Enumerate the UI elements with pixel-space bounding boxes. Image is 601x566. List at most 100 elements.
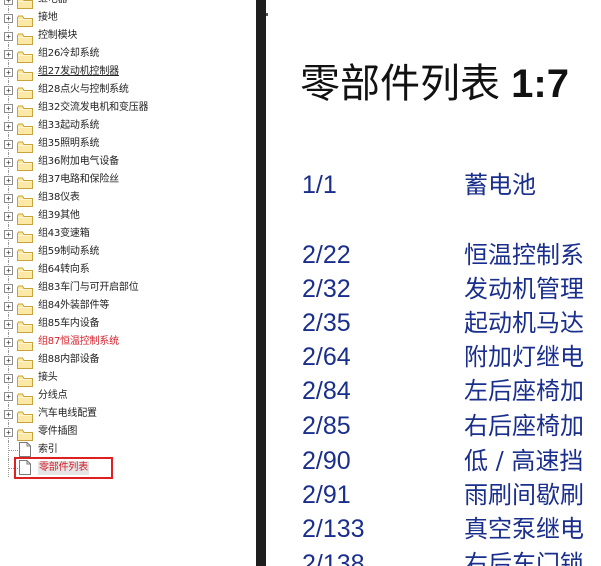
tree-item-label: 组35照明系统 — [38, 138, 100, 149]
expand-toggle-icon[interactable]: + — [4, 302, 13, 311]
document-view[interactable]: 零部件列表 1:7 1/1 蓄电池 2/22 恒温控制系 2/32 发动机管理 2/35 起动… — [266, 0, 601, 566]
expand-toggle-icon[interactable]: + — [4, 32, 13, 41]
folder-icon — [17, 30, 33, 45]
tree-folder-item[interactable]: + 控制模块 — [0, 27, 256, 45]
expand-toggle-icon[interactable]: + — [4, 122, 13, 131]
expand-toggle-icon[interactable]: + — [4, 392, 13, 401]
folder-icon — [17, 84, 33, 99]
tree-folder-item[interactable]: + 继电器 — [0, 0, 256, 9]
expand-toggle-icon[interactable]: + — [4, 320, 13, 329]
tree-folder-item[interactable]: + 组84外装部件等 — [0, 297, 256, 315]
part-code: 2/138 — [302, 550, 365, 566]
tree-item-label: 接地 — [38, 12, 58, 23]
expand-toggle-icon[interactable]: + — [4, 212, 13, 221]
tree-folder-item[interactable]: + 组64转向系 — [0, 261, 256, 279]
tree-folder-item[interactable]: + 组39其他 — [0, 207, 256, 225]
folder-icon — [17, 354, 33, 369]
tree-folder-item[interactable]: + 组26冷却系统 — [0, 45, 256, 63]
folder-icon — [17, 282, 33, 297]
tree-folder-item[interactable]: + 组27发动机控制器 — [0, 63, 256, 81]
tree-folder-item[interactable]: + 组36附加电气设备 — [0, 153, 256, 171]
tree-list: + 继电器 + 接地 + 控制模块 + 组26冷却系统 + 组27发动机控制器 + 组28点火与控制系… — [0, 0, 256, 477]
expand-toggle-icon[interactable]: + — [4, 194, 13, 203]
folder-icon — [17, 300, 33, 315]
part-code: 2/35 — [302, 309, 351, 337]
part-name: 附加灯继电 — [464, 343, 584, 371]
expand-toggle-icon[interactable]: + — [4, 374, 13, 383]
document-margin-mark — [266, 13, 268, 16]
folder-icon — [17, 120, 33, 135]
expand-toggle-icon[interactable]: + — [4, 248, 13, 257]
tree-item-label: 零件插图 — [38, 426, 78, 437]
expand-toggle-icon[interactable]: + — [4, 230, 13, 239]
tree-item-label: 组26冷却系统 — [38, 48, 100, 59]
expand-toggle-icon[interactable]: + — [4, 338, 13, 347]
tree-item-label: 汽车电线配置 — [38, 408, 97, 419]
tree-item-label: 组36附加电气设备 — [38, 156, 119, 167]
folder-icon — [17, 138, 33, 153]
part-name: 蓄电池 — [464, 171, 536, 199]
part-name: 低 / 高速挡 — [464, 447, 584, 475]
expand-toggle-icon[interactable]: + — [4, 266, 13, 275]
expand-toggle-icon[interactable]: + — [4, 428, 13, 437]
part-name: 起动机马达 — [464, 309, 584, 337]
tree-folder-item[interactable]: + 零件插图 — [0, 423, 256, 441]
expand-toggle-icon[interactable]: + — [4, 356, 13, 365]
panel-splitter[interactable] — [256, 0, 266, 566]
folder-icon — [17, 246, 33, 261]
folder-icon — [17, 408, 33, 423]
folder-icon — [17, 48, 33, 63]
expand-toggle-icon[interactable]: + — [4, 158, 13, 167]
tree-folder-item[interactable]: + 分线点 — [0, 387, 256, 405]
tree-folder-item[interactable]: + 组87恒温控制系统 — [0, 333, 256, 351]
expand-toggle-icon[interactable]: + — [4, 140, 13, 149]
expand-toggle-icon[interactable]: + — [4, 86, 13, 95]
tree-folder-item[interactable]: + 组85车内设备 — [0, 315, 256, 333]
tree-item-label: 组87恒温控制系统 — [38, 336, 119, 347]
tree-item-label: 组32交流发电机和变压器 — [38, 102, 149, 113]
folder-icon — [17, 426, 33, 441]
tree-item-label: 组83车门与可开启部位 — [38, 282, 139, 293]
tree-folder-item[interactable]: + 组33起动系统 — [0, 117, 256, 135]
part-name: 右后车门锁 — [464, 550, 584, 566]
expand-toggle-icon[interactable]: + — [4, 50, 13, 59]
tree-item-label: 组43变速箱 — [38, 228, 90, 239]
folder-icon — [17, 318, 33, 333]
tree-folder-item[interactable]: + 组35照明系统 — [0, 135, 256, 153]
folder-icon — [17, 210, 33, 225]
expand-toggle-icon[interactable]: + — [4, 0, 13, 5]
part-code: 2/64 — [302, 343, 351, 371]
expand-toggle-icon[interactable]: + — [4, 14, 13, 23]
tree-folder-item[interactable]: + 组38仪表 — [0, 189, 256, 207]
part-code: 1/1 — [302, 171, 337, 199]
expand-toggle-icon[interactable]: + — [4, 104, 13, 113]
tree-folder-item[interactable]: + 汽车电线配置 — [0, 405, 256, 423]
expand-toggle-icon[interactable]: + — [4, 284, 13, 293]
folder-icon — [17, 228, 33, 243]
navigation-tree-panel: + 继电器 + 接地 + 控制模块 + 组26冷却系统 + 组27发动机控制器 + 组28点火与控制系… — [0, 0, 256, 566]
folder-icon — [17, 372, 33, 387]
folder-icon — [17, 66, 33, 81]
selection-highlight-box — [14, 457, 113, 479]
tree-item-label: 组64转向系 — [38, 264, 90, 275]
tree-folder-item[interactable]: + 组83车门与可开启部位 — [0, 279, 256, 297]
tree-folder-item[interactable]: + 组59制动系统 — [0, 243, 256, 261]
tree-folder-item[interactable]: + 组32交流发电机和变压器 — [0, 99, 256, 117]
part-name: 左后座椅加 — [464, 377, 584, 405]
tree-folder-item[interactable]: + 组37电路和保险丝 — [0, 171, 256, 189]
part-code: 2/133 — [302, 515, 365, 543]
expand-toggle-icon[interactable]: + — [4, 410, 13, 419]
tree-item-label: 分线点 — [38, 390, 68, 401]
part-code: 2/91 — [302, 481, 351, 509]
folder-icon — [17, 390, 33, 405]
tree-folder-item[interactable]: + 组28点火与控制系统 — [0, 81, 256, 99]
tree-folder-item[interactable]: + 接头 — [0, 369, 256, 387]
tree-item-label: 组33起动系统 — [38, 120, 100, 131]
folder-icon — [17, 336, 33, 351]
tree-folder-item[interactable]: + 接地 — [0, 9, 256, 27]
page-title-text: 零部件列表 — [300, 62, 500, 106]
expand-toggle-icon[interactable]: + — [4, 176, 13, 185]
expand-toggle-icon[interactable]: + — [4, 68, 13, 77]
tree-folder-item[interactable]: + 组88内部设备 — [0, 351, 256, 369]
tree-folder-item[interactable]: + 组43变速箱 — [0, 225, 256, 243]
